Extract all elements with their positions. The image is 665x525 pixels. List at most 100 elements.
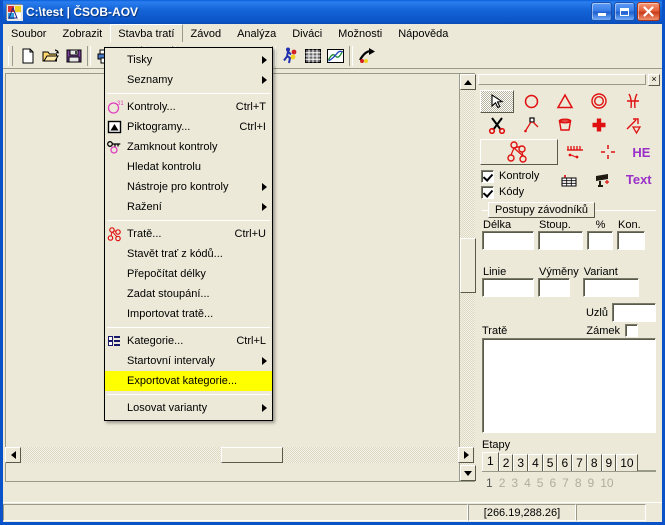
map-object-icon[interactable]	[587, 168, 620, 191]
scroll-left-button[interactable]	[5, 447, 21, 463]
menuitem-hledat-kontrolu[interactable]: Hledat kontrolu	[105, 157, 272, 177]
etapa-tab-7[interactable]: 7	[572, 454, 587, 471]
table-grid-icon[interactable]	[301, 45, 324, 67]
hscroll-track[interactable]	[21, 447, 458, 463]
menuitem-prepocitat-delky[interactable]: Přepočítat délky	[105, 264, 272, 284]
tools-panel: × HE Kontroly Kódy Text Postupy závodník…	[476, 71, 662, 490]
checkbox-kody[interactable]: Kódy	[481, 184, 554, 200]
toolbar-grip[interactable]	[8, 45, 13, 66]
etapa-tab-2[interactable]: 2	[498, 454, 514, 471]
hscroll-thumb[interactable]	[221, 447, 283, 463]
menu-soubor[interactable]: Soubor	[3, 24, 54, 42]
panel-close-icon[interactable]: ×	[648, 73, 660, 86]
out-of-bounds-icon[interactable]	[558, 141, 591, 164]
export-arrow-icon[interactable]	[355, 45, 378, 67]
menuitem-zadat-stoupani[interactable]: Zadat stoupání...	[105, 284, 272, 304]
new-file-icon[interactable]	[16, 45, 39, 67]
percent-input[interactable]	[587, 231, 613, 250]
menu-zavod[interactable]: Závod	[183, 24, 230, 42]
menu-moznosti[interactable]: Možnosti	[330, 24, 390, 42]
menuitem-label: Losovat varianty	[127, 402, 208, 414]
minimize-button[interactable]	[591, 2, 612, 21]
menu-analyza[interactable]: Analýza	[229, 24, 284, 42]
canvas-horizontal-scrollbar[interactable]	[5, 447, 474, 463]
save-disk-icon[interactable]	[62, 45, 85, 67]
maximize-button[interactable]	[614, 2, 635, 21]
delka-input[interactable]	[482, 231, 534, 250]
etapa-tab-8[interactable]: 8	[586, 454, 602, 471]
menuitem-razeni[interactable]: Ražení	[105, 197, 272, 217]
menuitem-trate[interactable]: Tratě... Ctrl+U	[105, 224, 272, 244]
etapy-number-10: 10	[600, 476, 614, 490]
variant-input[interactable]	[582, 278, 639, 297]
etapa-tab-9[interactable]: 9	[601, 454, 617, 471]
panel-options-row: Kontroly Kódy Text	[476, 167, 662, 200]
start-triangle-icon[interactable]	[548, 90, 582, 113]
menuitem-stavet-trat-z-kodu[interactable]: Stavět trať z kódů...	[105, 244, 272, 264]
menuitem-piktogramy[interactable]: Piktogramy... Ctrl+I	[105, 117, 272, 137]
menuitem-losovat-varianty[interactable]: Losovat varianty	[105, 398, 272, 418]
menu-stavba-trati[interactable]: Stavba tratí	[110, 24, 183, 42]
marked-route-icon[interactable]	[514, 114, 548, 137]
menuitem-kategorie[interactable]: Kategorie... Ctrl+L	[105, 331, 272, 351]
canvas-vertical-scrollbar[interactable]	[459, 74, 476, 481]
etapa-tab-10[interactable]: 10	[616, 454, 638, 471]
main-toolbar: 333	[3, 43, 662, 69]
menu-zobrazit[interactable]: Zobrazit	[54, 24, 110, 42]
scroll-right-button[interactable]	[458, 447, 474, 463]
menuitem-startovni-intervaly[interactable]: Startovní intervaly	[105, 351, 272, 371]
postupy-zavodniku-button[interactable]: Postupy závodníků	[488, 202, 595, 218]
text-label[interactable]: Text	[620, 168, 658, 191]
etapa-tab-1[interactable]: 1	[482, 452, 499, 471]
compass-arrow-icon[interactable]	[616, 114, 650, 137]
crosshair-icon[interactable]	[592, 141, 625, 164]
etapa-tab-4[interactable]: 4	[528, 454, 543, 471]
close-button[interactable]	[637, 2, 660, 21]
arrow-select-icon[interactable]	[480, 89, 514, 113]
menuitem-kontroly[interactable]: 31 Kontroly... Ctrl+T	[105, 97, 272, 117]
refreshment-icon[interactable]	[548, 114, 582, 137]
etapa-tab-3[interactable]: 3	[513, 454, 529, 471]
scissors-icon[interactable]	[480, 114, 514, 137]
menuitem-seznamy[interactable]: Seznamy	[105, 70, 272, 90]
stoup-input[interactable]	[538, 231, 583, 250]
open-folder-icon[interactable]	[39, 45, 62, 67]
checkbox-kontroly[interactable]: Kontroly	[481, 168, 554, 184]
etapa-tab-6[interactable]: 6	[557, 454, 573, 471]
menuitem-exportovat-kategorie[interactable]: Exportovat kategorie...	[105, 371, 272, 391]
runner-blue-icon[interactable]	[278, 45, 301, 67]
course-list[interactable]	[482, 338, 656, 433]
etapa-tab-5[interactable]: 5	[542, 454, 558, 471]
uzlu-input[interactable]	[612, 303, 656, 322]
menuitem-zamknout-kontroly[interactable]: Zamknout kontroly	[105, 137, 272, 157]
menu-napoveda[interactable]: Nápověda	[390, 24, 456, 42]
control-circle-icon[interactable]	[514, 90, 548, 113]
status-resize-grip[interactable]	[646, 503, 662, 522]
vymeny-input[interactable]	[538, 278, 570, 297]
chart-icon[interactable]	[324, 45, 347, 67]
linie-input[interactable]	[482, 278, 534, 297]
finish-double-circle-icon[interactable]	[582, 90, 616, 113]
checkbox-icon[interactable]	[481, 169, 494, 183]
vscroll-track[interactable]	[460, 90, 476, 465]
fields-row-1: Délka Stoup. % Kon.	[482, 219, 656, 250]
course-network-button[interactable]	[480, 139, 559, 165]
he-label[interactable]: HE	[625, 141, 658, 164]
vscroll-thumb[interactable]	[460, 238, 476, 293]
menuitem-importovat-trate[interactable]: Importovat tratě...	[105, 304, 272, 324]
menuitem-tisky[interactable]: Tisky	[105, 50, 272, 70]
checkbox-icon[interactable]	[481, 185, 494, 199]
menuitem-nastroje-pro-kontroly[interactable]: Nástroje pro kontroly	[105, 177, 272, 197]
crossing-point-icon[interactable]	[616, 90, 650, 113]
map-grid-icon[interactable]	[554, 168, 587, 191]
kon-input[interactable]	[617, 231, 645, 250]
scroll-up-button[interactable]	[460, 74, 476, 90]
chevron-down-icon	[464, 470, 472, 476]
scroll-down-button[interactable]	[460, 465, 476, 481]
panel-scrollbar-row: ×	[478, 73, 660, 86]
panel-scrollbar[interactable]	[478, 74, 646, 85]
zamek-checkbox[interactable]	[625, 324, 638, 337]
menu-divaci[interactable]: Diváci	[284, 24, 330, 42]
first-aid-cross-icon[interactable]	[582, 114, 616, 137]
etapy-number-8: 8	[574, 476, 582, 490]
